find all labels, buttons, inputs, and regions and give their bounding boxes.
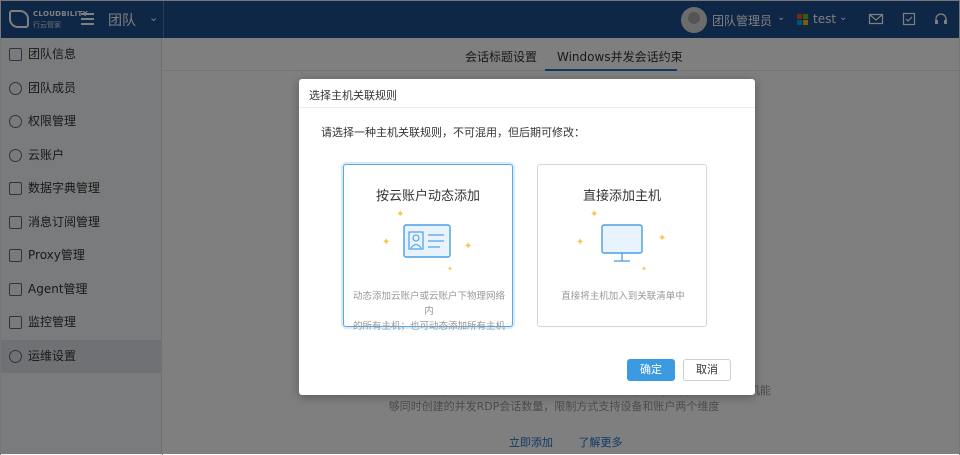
id-card-icon	[403, 224, 451, 258]
option-description: 直接将主机加入到关联清单中	[544, 289, 702, 304]
monitor-icon	[601, 224, 643, 262]
option-description: 动态添加云账户或云账户下物理网络内 的所有主机；也可动态添加所有主机	[350, 289, 508, 334]
option-title: 按云账户动态添加	[375, 189, 480, 204]
option-card-cloud-account[interactable]: 按云账户动态添加 ✦ ✦ ✦ ✦ 动态添加云账户或云账户下物理网络内 的所有主机…	[343, 164, 513, 332]
dialog-prompt: 请选择一种主机关联规则，不可混用，但后期可修改：	[321, 126, 585, 139]
host-rule-dialog: 选择主机关联规则 请选择一种主机关联规则，不可混用，但后期可修改： 按云账户动态…	[299, 79, 755, 395]
description-line: 的所有主机；也可动态添加所有主机	[352, 321, 505, 332]
confirm-button[interactable]: 确定	[627, 359, 675, 381]
option-card-direct-host[interactable]: 直接添加主机 ✦ ✦ ✦ ✦ 直接将主机加入到关联清单中	[537, 164, 707, 327]
dialog-title: 选择主机关联规则	[309, 89, 397, 102]
description-line: 动态添加云账户或云账户下物理网络内	[352, 291, 505, 317]
option-title: 直接添加主机	[582, 189, 661, 204]
description-line: 直接将主机加入到关联清单中	[561, 291, 685, 302]
cancel-button[interactable]: 取消	[683, 359, 731, 381]
divider	[299, 107, 755, 108]
